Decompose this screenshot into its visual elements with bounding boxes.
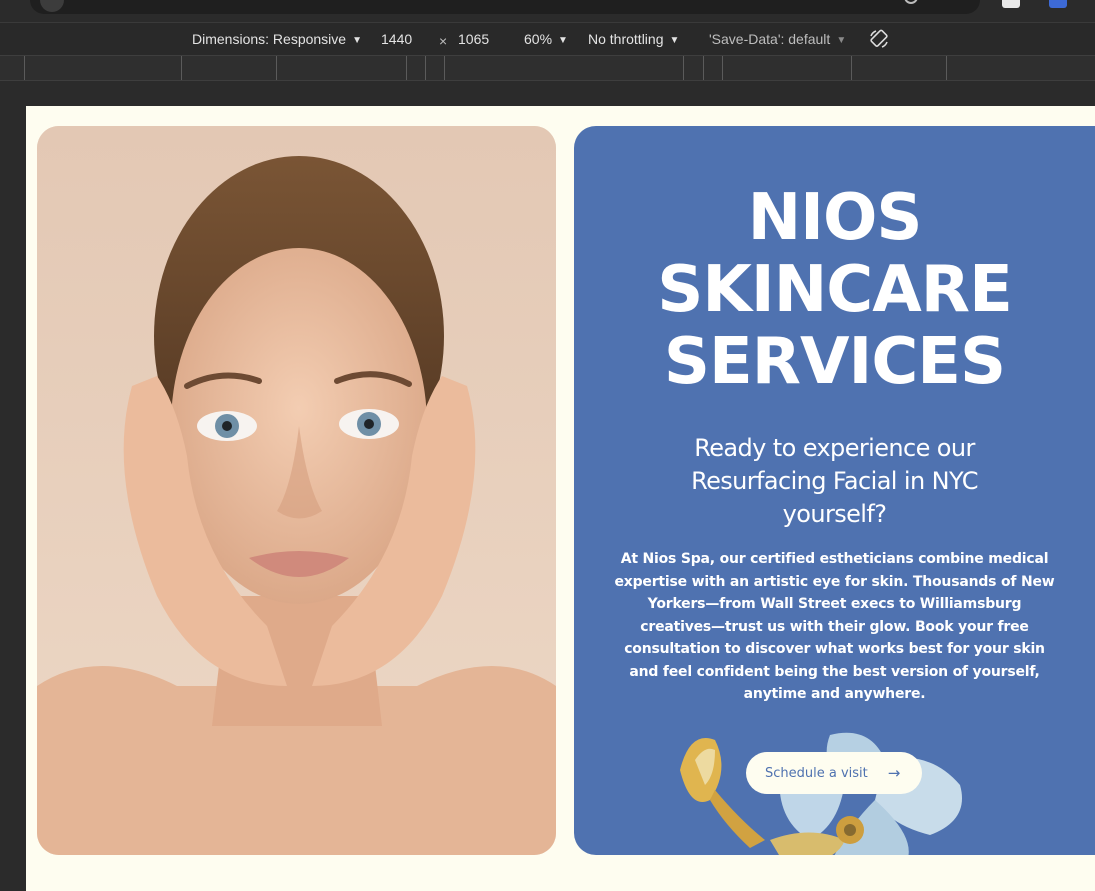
ruler-tick — [24, 56, 25, 80]
ruler-tick — [683, 56, 684, 80]
extension-icon[interactable] — [1002, 0, 1020, 8]
zoom-select[interactable]: 60% ▼ — [524, 31, 568, 49]
emulated-page: NIOS SKINCARE SERVICES Ready to experien… — [26, 106, 1095, 891]
ruler-tick — [276, 56, 277, 80]
media-query-ruler[interactable] — [0, 55, 1095, 81]
ruler-tick — [946, 56, 947, 80]
ruler-tick — [181, 56, 182, 80]
zoom-label: 60% — [524, 31, 553, 47]
throttling-select[interactable]: No throttling ▼ — [588, 31, 679, 49]
chevron-down-icon: ▼ — [836, 35, 847, 46]
more-icon[interactable]: ⋯ — [944, 0, 956, 4]
hero-title: NIOS SKINCARE SERVICES — [574, 182, 1095, 398]
hero-title-line: SERVICES — [663, 325, 1006, 399]
ruler-tick — [406, 56, 407, 80]
throttling-label: No throttling — [588, 31, 664, 47]
profile-icon[interactable] — [1049, 0, 1067, 8]
chevron-down-icon: ▼ — [352, 35, 362, 46]
ruler-tick — [703, 56, 704, 80]
width-input[interactable]: 1440 — [381, 31, 412, 48]
model-photo — [37, 126, 556, 855]
chevron-down-icon: ▼ — [558, 35, 568, 46]
height-input[interactable]: 1065 — [458, 31, 489, 48]
dimensions-select[interactable]: Dimensions: Responsive ▼ — [192, 31, 362, 49]
hero-description: At Nios Spa, our certified estheticians … — [614, 551, 1055, 702]
save-data-select[interactable]: 'Save-Data': default ▼ — [709, 31, 846, 49]
ruler-tick — [722, 56, 723, 80]
ruler-tick — [851, 56, 852, 80]
arrow-right-icon: → — [887, 764, 901, 782]
browser-top-strip: ⋯ — [0, 0, 1095, 22]
save-data-label: 'Save-Data': default — [709, 31, 831, 47]
hero-info-card: NIOS SKINCARE SERVICES Ready to experien… — [574, 126, 1095, 855]
chevron-down-icon: ▼ — [669, 35, 680, 46]
schedule-visit-label: Schedule a visit — [765, 765, 868, 781]
ruler-tick — [425, 56, 426, 80]
hero-subtitle: Ready to experience our Resurfacing Faci… — [691, 434, 978, 528]
dimensions-label: Dimensions: Responsive — [192, 31, 347, 47]
woman-portrait-image — [37, 126, 556, 855]
hero-title-line: NIOS — [747, 181, 923, 255]
address-bar[interactable] — [30, 0, 980, 14]
ruler-tick — [444, 56, 445, 80]
hero-title-line: SKINCARE — [657, 253, 1013, 327]
times-icon: × — [439, 33, 448, 49]
device-toolbar: Dimensions: Responsive ▼ 1440 × 1065 60% ▼… — [0, 22, 1095, 55]
rotate-icon[interactable] — [868, 28, 890, 50]
schedule-visit-button[interactable]: Schedule a visit → — [746, 752, 922, 794]
